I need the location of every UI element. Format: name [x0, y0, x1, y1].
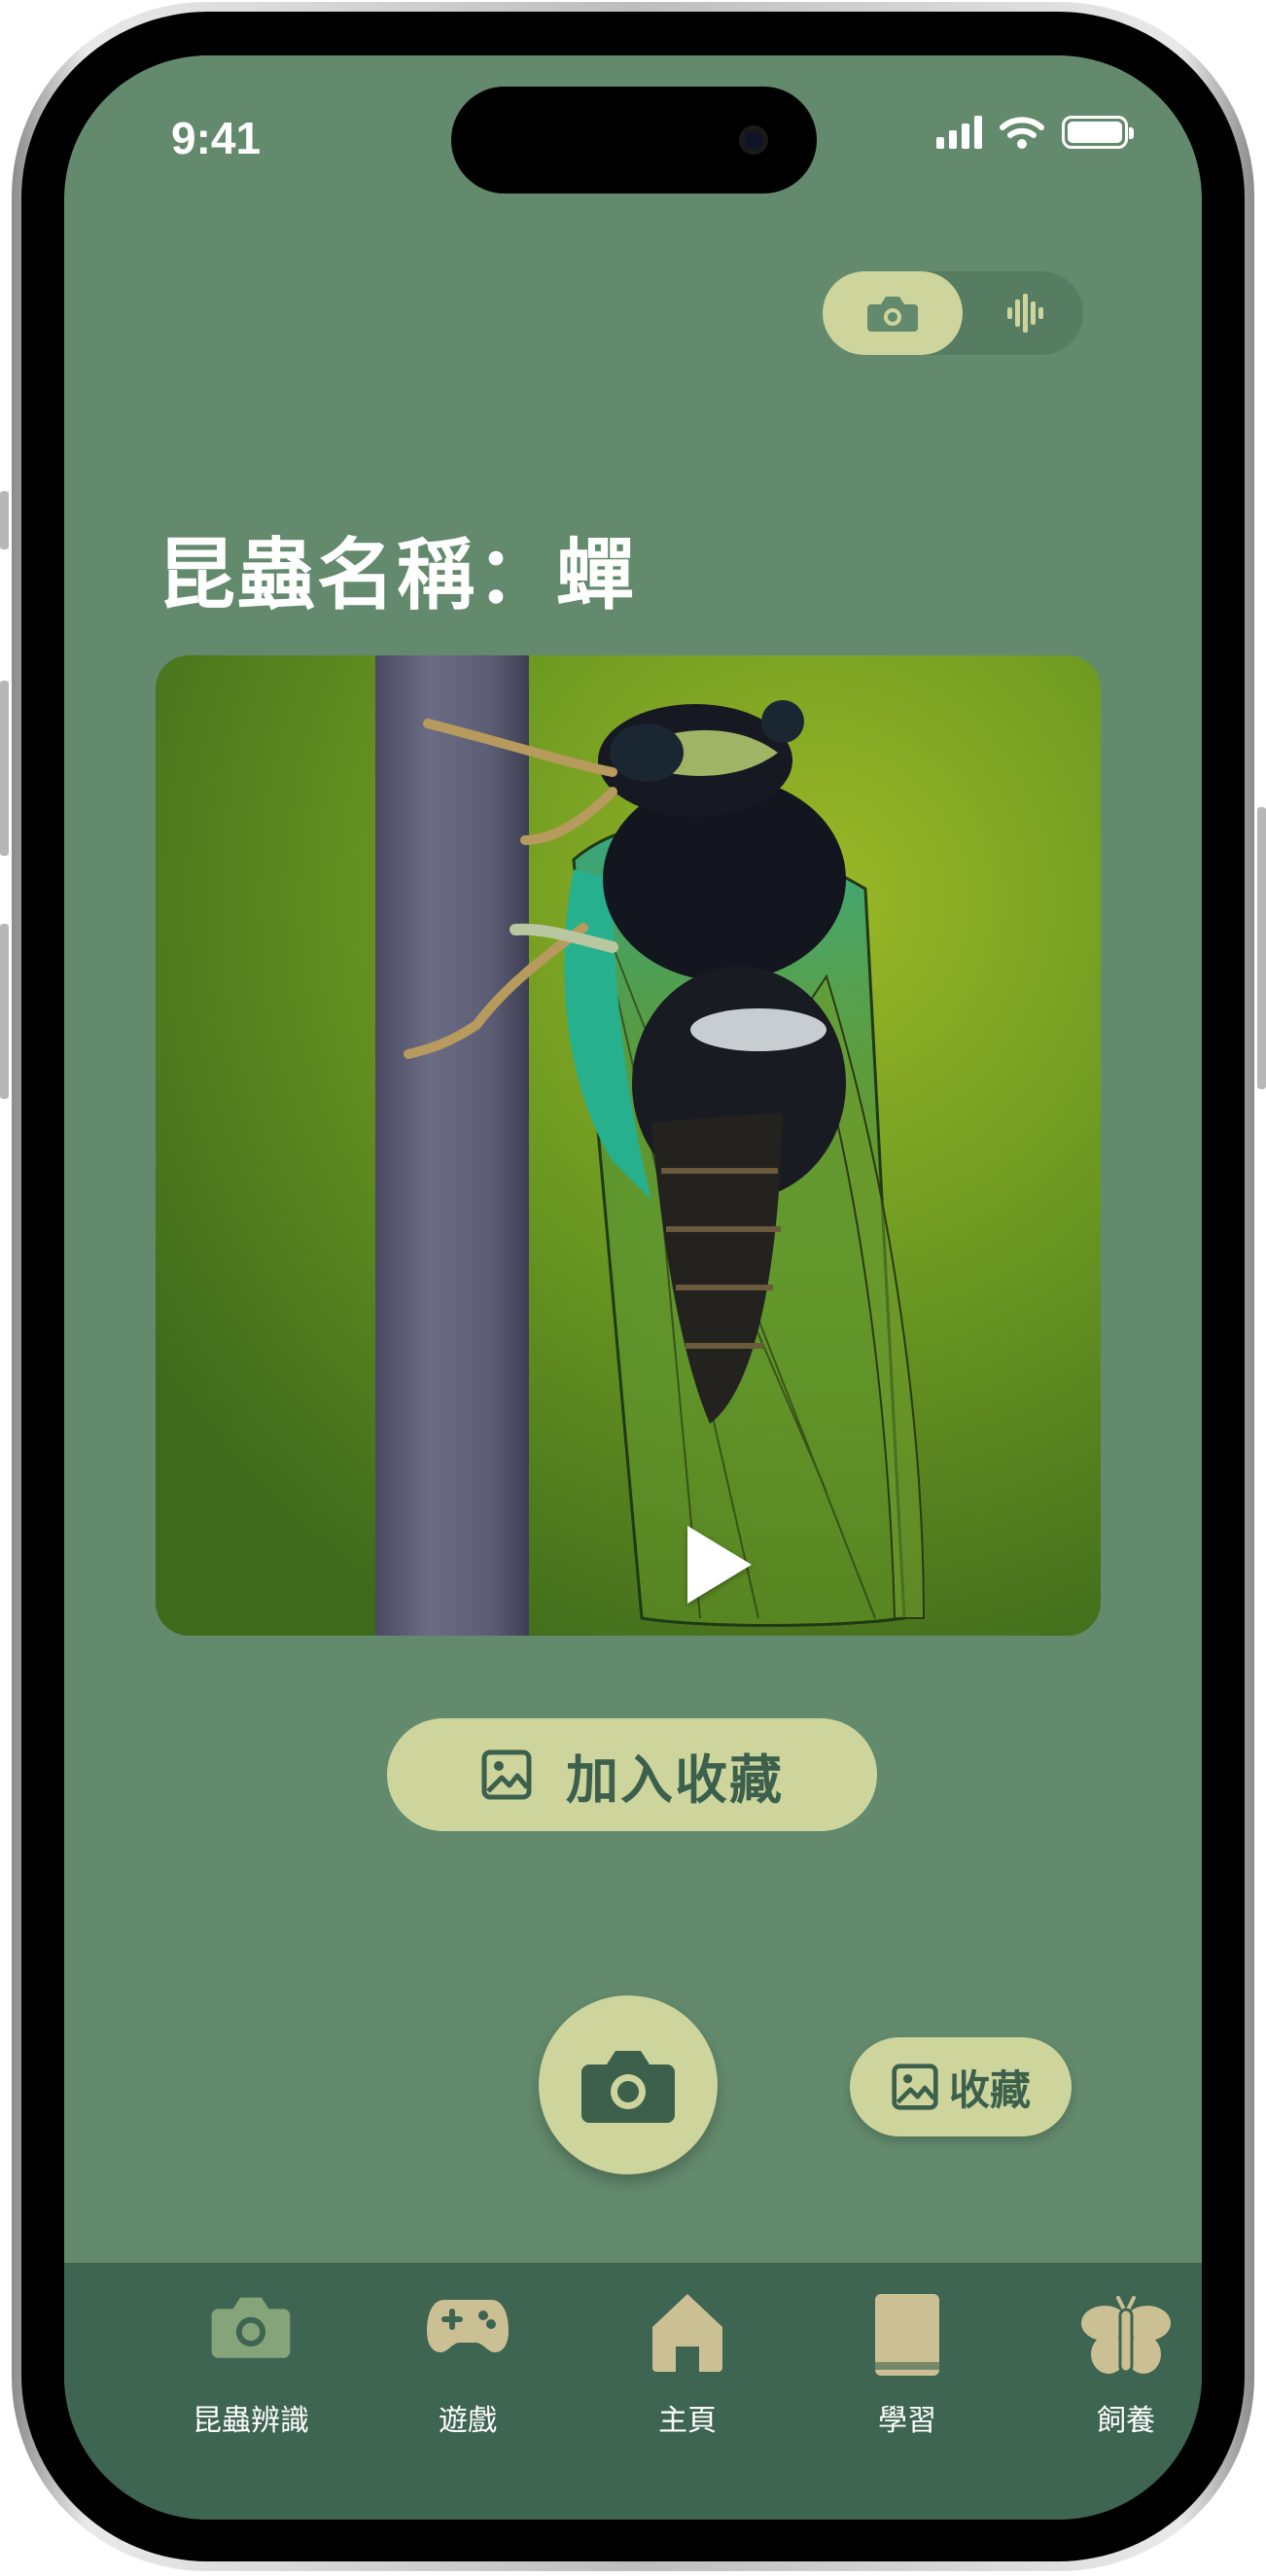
mode-toggle [823, 271, 1083, 355]
image-icon [481, 1749, 532, 1800]
status-icons [936, 116, 1134, 149]
insect-name-title: 昆蟲名稱：蟬 [158, 530, 636, 620]
status-time: 9:41 [171, 113, 262, 163]
tab-label: 遊戲 [439, 2404, 497, 2438]
book-icon [875, 2294, 939, 2376]
tab-bar: 昆蟲辨識 遊戲 主頁 學習 飼養 [64, 2263, 1202, 2520]
tab-learn[interactable]: 學習 [829, 2263, 985, 2457]
sound-mode-button[interactable] [968, 271, 1083, 355]
add-to-favorites-label: 加入收藏 [566, 1748, 784, 1811]
insect-photo[interactable] [156, 655, 1101, 1636]
wifi-icon [1000, 117, 1044, 149]
capture-camera-button[interactable] [539, 1995, 718, 2174]
cellular-signal-icon [936, 116, 982, 149]
camera-mode-button[interactable] [823, 271, 963, 355]
gamepad-icon [427, 2300, 509, 2352]
tab-label: 學習 [878, 2404, 936, 2438]
volume-up-button [0, 681, 9, 856]
favorites-button[interactable]: 收藏 [850, 2037, 1072, 2136]
tab-insect-identify[interactable]: 昆蟲辨識 [173, 2263, 329, 2457]
dynamic-island [451, 87, 817, 194]
camera-icon [211, 2297, 291, 2358]
tab-breeding[interactable]: 飼養 [1048, 2263, 1202, 2457]
tab-label: 昆蟲辨識 [193, 2404, 309, 2438]
tab-label: 飼養 [1097, 2404, 1155, 2438]
battery-icon [1062, 116, 1134, 149]
tab-label: 主頁 [658, 2404, 717, 2438]
home-icon [652, 2294, 722, 2372]
favorites-label: 收藏 [948, 2065, 1031, 2114]
add-to-favorites-button[interactable]: 加入收藏 [387, 1718, 877, 1831]
app-screen: 9:41 昆蟲名稱：蟬 加入收藏 收藏 昆蟲辨識 遊戲 主頁 學習 飼養 [64, 55, 1202, 2520]
camera-icon [867, 297, 918, 332]
cicada-image [156, 655, 1101, 1636]
play-sound-button[interactable] [687, 1526, 752, 1604]
tab-home[interactable]: 主頁 [610, 2263, 765, 2457]
action-button [0, 491, 9, 549]
soundwave-icon [1007, 294, 1043, 333]
butterfly-icon [1081, 2296, 1171, 2374]
tab-games[interactable]: 遊戲 [390, 2263, 545, 2457]
power-button [1257, 807, 1266, 1089]
image-icon [892, 2064, 938, 2110]
camera-icon [581, 2051, 675, 2123]
front-camera [739, 125, 768, 155]
volume-down-button [0, 924, 9, 1099]
